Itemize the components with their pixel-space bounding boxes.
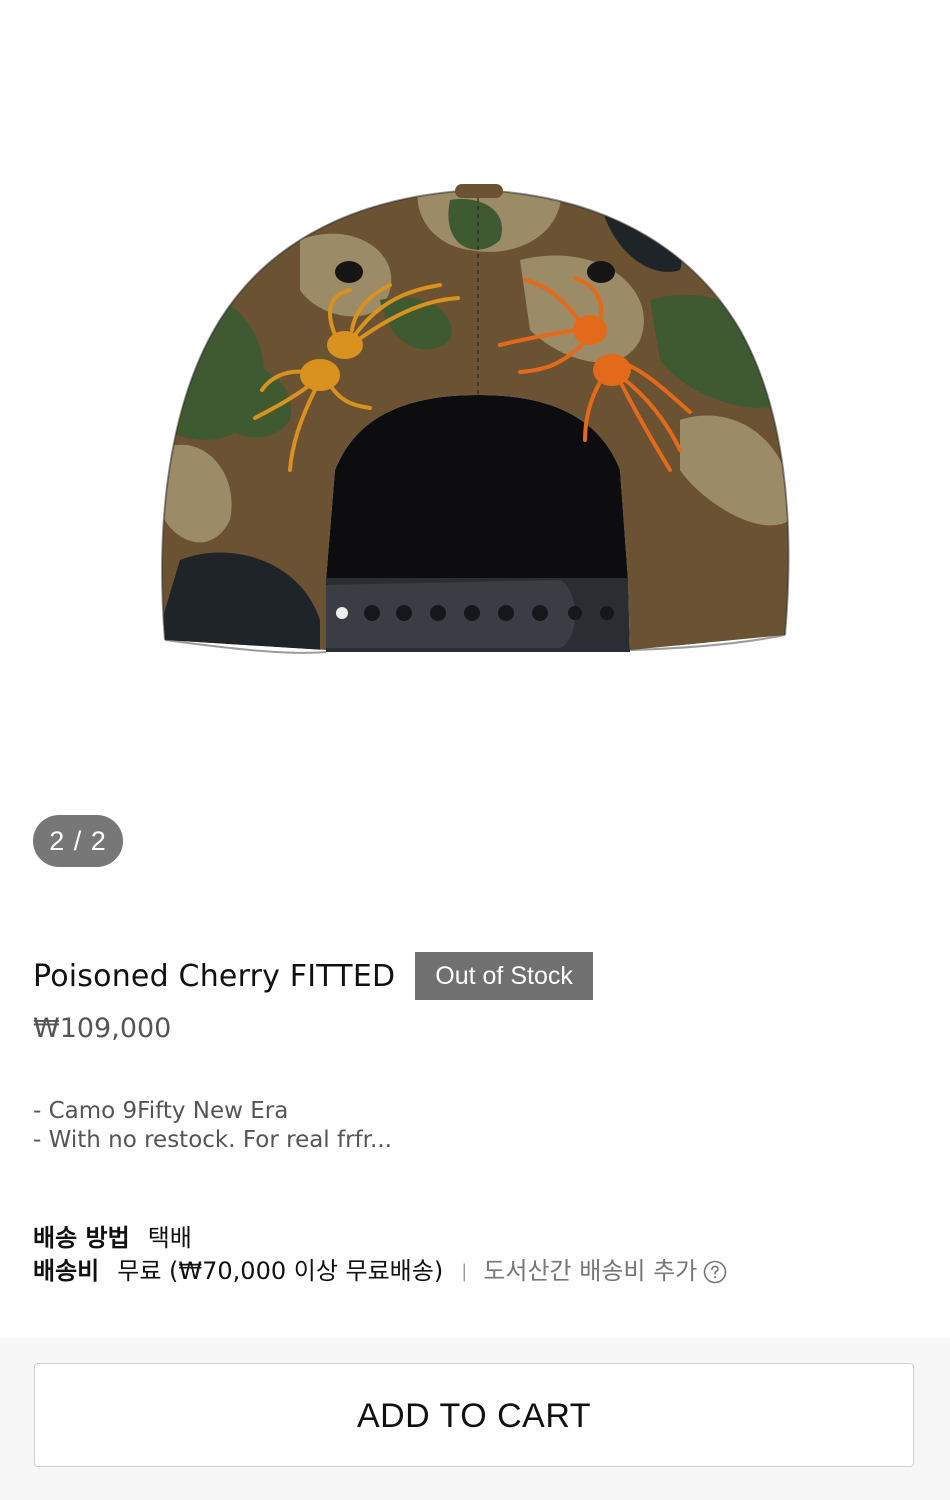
shipping-extra-note: 도서산간 배송비 추가 bbox=[483, 1257, 698, 1285]
description-line: - With no restock. For real frfr... bbox=[33, 1127, 392, 1153]
stock-status-badge: Out of Stock bbox=[415, 952, 593, 1000]
image-counter-badge: 2 / 2 bbox=[33, 815, 123, 867]
shipping-fee-label: 배송비 bbox=[33, 1257, 100, 1285]
shipping-method-label: 배송 방법 bbox=[33, 1224, 130, 1252]
description-line: - Camo 9Fifty New Era bbox=[33, 1098, 289, 1124]
shipping-method-value: 택배 bbox=[147, 1224, 192, 1252]
product-title: Poisoned Cherry FITTED bbox=[33, 958, 396, 994]
shipping-fee-row: 배송비 무료 (₩70,000 이상 무료배송) | 도서산간 배송비 추가 bbox=[33, 1255, 727, 1288]
shipping-info: 배송 방법 택배 배송비 무료 (₩70,000 이상 무료배송) | 도서산간… bbox=[33, 1222, 727, 1288]
question-circle-icon[interactable] bbox=[703, 1260, 727, 1284]
shipping-fee-value: 무료 (₩70,000 이상 무료배송) bbox=[117, 1257, 444, 1285]
cap-illustration bbox=[161, 184, 790, 654]
product-description: - Camo 9Fifty New Era - With no restock.… bbox=[33, 1097, 392, 1155]
product-price: ₩109,000 bbox=[33, 1013, 172, 1044]
shipping-separator: | bbox=[461, 1261, 468, 1282]
product-image[interactable] bbox=[0, 0, 950, 790]
product-title-row: Poisoned Cherry FITTED Out of Stock bbox=[33, 951, 593, 1001]
shipping-method-row: 배송 방법 택배 bbox=[33, 1222, 727, 1255]
add-to-cart-button[interactable]: ADD TO CART bbox=[34, 1363, 914, 1467]
